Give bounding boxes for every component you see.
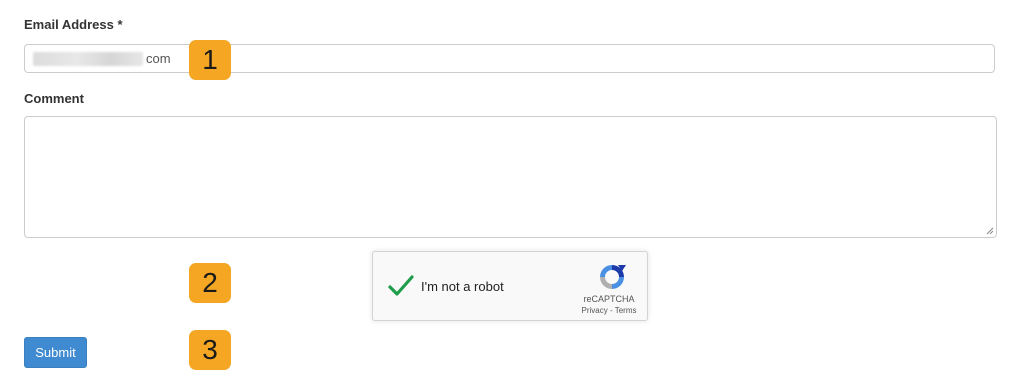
comment-textarea[interactable] (24, 116, 997, 238)
step-badge-3: 3 (189, 330, 231, 370)
comment-label: Comment (24, 91, 84, 106)
redacted-email-text (33, 52, 143, 66)
submit-button[interactable]: Submit (24, 337, 87, 368)
contact-form: Email Address * com Comment I'm not a ro… (0, 0, 1024, 384)
step-badge-2: 2 (189, 263, 231, 303)
recaptcha-links: Privacy - Terms (581, 306, 637, 315)
recaptcha-widget: I'm not a robot reCAPTCHA Privacy - Term… (372, 251, 648, 321)
recaptcha-checkbox-label: I'm not a robot (421, 279, 504, 294)
step-badge-1: 1 (189, 40, 231, 80)
email-label: Email Address * (24, 17, 123, 32)
email-value-suffix: com (146, 51, 171, 66)
email-input[interactable]: com (24, 44, 995, 73)
terms-link[interactable]: Terms (615, 306, 637, 315)
recaptcha-logo-icon (600, 265, 626, 289)
privacy-link[interactable]: Privacy (582, 306, 608, 315)
resize-handle-icon[interactable] (986, 227, 994, 235)
links-separator: - (607, 306, 615, 315)
checkmark-icon[interactable] (387, 272, 415, 300)
recaptcha-brand-text: reCAPTCHA (583, 294, 635, 304)
